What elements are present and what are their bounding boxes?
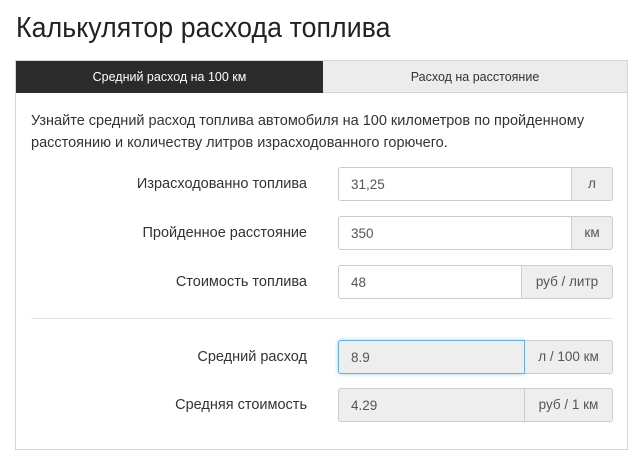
divider	[31, 318, 613, 319]
tab-average-consumption[interactable]: Средний расход на 100 км	[16, 61, 323, 93]
avg-cost-unit: руб / 1 км	[525, 388, 613, 422]
tab-consumption-distance[interactable]: Расход на расстояние	[323, 61, 627, 93]
distance-unit: км	[572, 216, 613, 250]
avg-cost-label: Средняя стоимость	[175, 397, 307, 413]
fuel-cost-unit: руб / литр	[522, 265, 613, 299]
fuel-cost-input[interactable]	[338, 265, 522, 299]
distance-input[interactable]	[338, 216, 572, 250]
avg-consumption-label: Средний расход	[197, 349, 307, 365]
avg-consumption-output[interactable]	[338, 340, 525, 374]
avg-consumption-row: Средний расход л / 100 км	[16, 340, 627, 374]
fuel-cost-row: Стоимость топлива руб / литр	[16, 265, 627, 299]
distance-row: Пройденное расстояние км	[16, 216, 627, 250]
calculator-card: Средний расход на 100 км Расход на расст…	[15, 60, 628, 450]
fuel-used-label: Израсходованно топлива	[136, 176, 307, 192]
description-text: Узнайте средний расход топлива автомобил…	[31, 113, 585, 151]
tab-bar: Средний расход на 100 км Расход на расст…	[16, 61, 627, 93]
fuel-used-input[interactable]	[338, 167, 572, 201]
avg-cost-output[interactable]	[338, 388, 525, 422]
avg-consumption-unit: л / 100 км	[525, 340, 613, 374]
avg-cost-row: Средняя стоимость руб / 1 км	[16, 388, 627, 422]
page-title: Калькулятор расхода топлива	[16, 12, 391, 44]
fuel-used-row: Израсходованно топлива л	[16, 167, 627, 201]
fuel-used-unit: л	[572, 167, 613, 201]
fuel-cost-label: Стоимость топлива	[175, 274, 307, 290]
distance-label: Пройденное расстояние	[142, 225, 307, 241]
